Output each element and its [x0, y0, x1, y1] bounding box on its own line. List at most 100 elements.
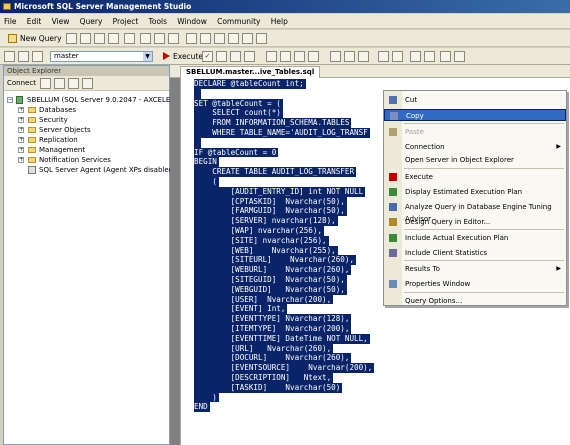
code-line[interactable]: END: [194, 402, 374, 413]
code-line[interactable]: [SITE] nvarchar(256),: [194, 235, 374, 246]
template-explorer-icon[interactable]: [214, 33, 225, 44]
stop-icon[interactable]: [54, 78, 65, 89]
menu-help[interactable]: Help: [267, 14, 292, 29]
design-query-icon[interactable]: [244, 51, 255, 62]
code-line[interactable]: [SERVER] nvarchar(128),: [194, 216, 374, 226]
menu-item-include-actual-execution-plan[interactable]: Include Actual Execution Plan: [384, 232, 566, 244]
disconnect-icon[interactable]: [40, 78, 51, 89]
decrease-indent-icon[interactable]: [410, 51, 421, 62]
tab-query-file[interactable]: SBELLUM.master...ive_Tables.sql: [180, 66, 321, 78]
code-line[interactable]: [WEB] Nvarchar(255),: [194, 245, 374, 256]
collapse-icon[interactable]: −: [7, 97, 13, 103]
specify-template-values-icon[interactable]: [440, 51, 451, 62]
code-line[interactable]: [WAP] nvarchar(256),: [194, 225, 374, 236]
open-file-icon[interactable]: [140, 33, 151, 44]
code-line[interactable]: [EVENTTYPE] Nvarchar(128),: [194, 314, 374, 324]
menu-item-execute[interactable]: Execute: [384, 171, 566, 183]
connect-button[interactable]: Connect: [7, 79, 36, 88]
menu-item-copy[interactable]: Copy: [384, 109, 566, 121]
code-line[interactable]: [ITEMTYPE] Nvarchar(200),: [194, 323, 374, 334]
tree-node-databases[interactable]: + Databases: [4, 105, 169, 115]
tree-node-sql-agent[interactable]: SQL Server Agent (Agent XPs disabled): [4, 165, 176, 175]
intellisense-icon[interactable]: [280, 51, 291, 62]
menu-view[interactable]: View: [48, 14, 74, 29]
new-query-button[interactable]: New Query: [8, 32, 65, 45]
code-line[interactable]: SELECT count(*): [194, 108, 374, 119]
menu-item-display-estimated-execution-plan[interactable]: Display Estimated Execution Plan: [384, 186, 566, 198]
code-line[interactable]: [WEBGUID] Nvarchar(50),: [194, 284, 374, 295]
filter-icon[interactable]: [82, 78, 93, 89]
menu-item-query-options[interactable]: Query Options...: [384, 295, 566, 307]
results-to-text-icon[interactable]: [330, 51, 341, 62]
menu-query[interactable]: Query: [76, 14, 107, 29]
database-select[interactable]: master ▼: [50, 51, 153, 62]
comment-icon[interactable]: [378, 51, 389, 62]
menu-item-analyze-query-in-database-engine-tuning-advisor[interactable]: Analyze Query in Database Engine Tuning …: [384, 201, 566, 223]
expand-icon[interactable]: +: [18, 127, 24, 133]
execute-button[interactable]: Execute: [163, 51, 203, 62]
results-to-file-icon[interactable]: [358, 51, 369, 62]
code-line[interactable]: [SITEGUID] Nvarchar(50),: [194, 274, 374, 285]
menu-file[interactable]: File: [0, 14, 21, 29]
registered-servers-icon[interactable]: [186, 33, 197, 44]
expand-icon[interactable]: +: [18, 107, 24, 113]
code-line[interactable]: ): [194, 392, 374, 403]
connect-icon[interactable]: [4, 51, 15, 62]
code-line[interactable]: [DOCURL] Nvarchar(260),: [194, 353, 374, 364]
increase-indent-icon[interactable]: [424, 51, 435, 62]
toolbar-overflow-icon[interactable]: [256, 33, 267, 44]
parse-icon[interactable]: ✓: [202, 51, 213, 62]
client-stats-icon[interactable]: [308, 51, 319, 62]
code-line[interactable]: [AUDIT_ENTRY_ID] int NOT NULL: [194, 186, 374, 197]
code-line[interactable]: [EVENTTIME] DateTime NOT NULL,: [194, 333, 374, 344]
tree-node-server-objects[interactable]: + Server Objects: [4, 125, 169, 135]
menu-window[interactable]: Window: [173, 14, 211, 29]
code-line[interactable]: [194, 137, 374, 148]
menu-item-include-client-statistics[interactable]: Include Client Statistics: [384, 247, 566, 259]
change-connection-icon[interactable]: [32, 51, 43, 62]
code-line[interactable]: BEGIN: [194, 157, 374, 168]
code-line[interactable]: [DESCRIPTION] Ntext,: [194, 372, 374, 383]
code-line[interactable]: [FARMGUID] Nvarchar(50),: [194, 206, 374, 217]
mdx-query-icon[interactable]: [94, 33, 105, 44]
menu-item-connection[interactable]: Connection ▶: [384, 141, 566, 153]
menu-project[interactable]: Project: [109, 14, 143, 29]
menu-edit[interactable]: Edit: [23, 14, 46, 29]
menu-tools[interactable]: Tools: [145, 14, 171, 29]
code-line[interactable]: [USER] Nvarchar(200),: [194, 294, 374, 305]
expand-icon[interactable]: +: [18, 157, 24, 163]
code-line[interactable]: FROM INFORMATION_SCHEMA.TABLES: [194, 118, 374, 128]
expand-icon[interactable]: +: [18, 117, 24, 123]
actual-plan-icon[interactable]: [294, 51, 305, 62]
code-line[interactable]: [WEBURL] Nvarchar(260),: [194, 265, 374, 275]
xmla-query-icon[interactable]: [108, 33, 119, 44]
code-line[interactable]: DECLARE @tableCount int;: [194, 79, 374, 89]
menu-community[interactable]: Community: [213, 14, 264, 29]
tree-node-replication[interactable]: + Replication: [4, 135, 169, 145]
tree-node-server[interactable]: − SBELLUM (SQL Server 9.0.2047 - AXCELER…: [4, 95, 188, 105]
sql-code[interactable]: DECLARE @tableCount int; SET @tableCount…: [194, 79, 375, 413]
expand-icon[interactable]: +: [18, 147, 24, 153]
uncomment-icon[interactable]: [392, 51, 403, 62]
results-to-grid-icon[interactable]: [344, 51, 355, 62]
code-line[interactable]: WHERE TABLE_NAME='AUDIT_LOG_TRANSF: [194, 127, 374, 138]
toolbox-icon[interactable]: [242, 33, 253, 44]
tree-node-management[interactable]: + Management: [4, 145, 169, 155]
menu-item-results-to[interactable]: Results To ▶: [384, 263, 566, 275]
analysis-query-icon[interactable]: [80, 33, 91, 44]
chevron-down-icon[interactable]: ▼: [143, 52, 152, 61]
tree-node-notification-services[interactable]: + Notification Services: [4, 155, 169, 165]
code-line[interactable]: SET @tableCount = (: [194, 98, 374, 109]
estimated-plan-icon[interactable]: [230, 51, 241, 62]
object-explorer-icon[interactable]: [200, 33, 211, 44]
code-line[interactable]: [URL] Nvarchar(260),: [194, 343, 374, 354]
disconnect-icon[interactable]: [18, 51, 29, 62]
code-line[interactable]: IF @tableCount = 0: [194, 147, 374, 158]
db-engine-query-icon[interactable]: [66, 33, 77, 44]
code-line[interactable]: [TASKID] Nvarchar(50): [194, 382, 374, 393]
refresh-icon[interactable]: [68, 78, 79, 89]
menu-item-cut[interactable]: Cut: [384, 94, 566, 106]
cancel-query-icon[interactable]: [216, 51, 227, 62]
toolbar-overflow-icon[interactable]: [454, 51, 465, 62]
tree-node-security[interactable]: + Security: [4, 115, 169, 125]
